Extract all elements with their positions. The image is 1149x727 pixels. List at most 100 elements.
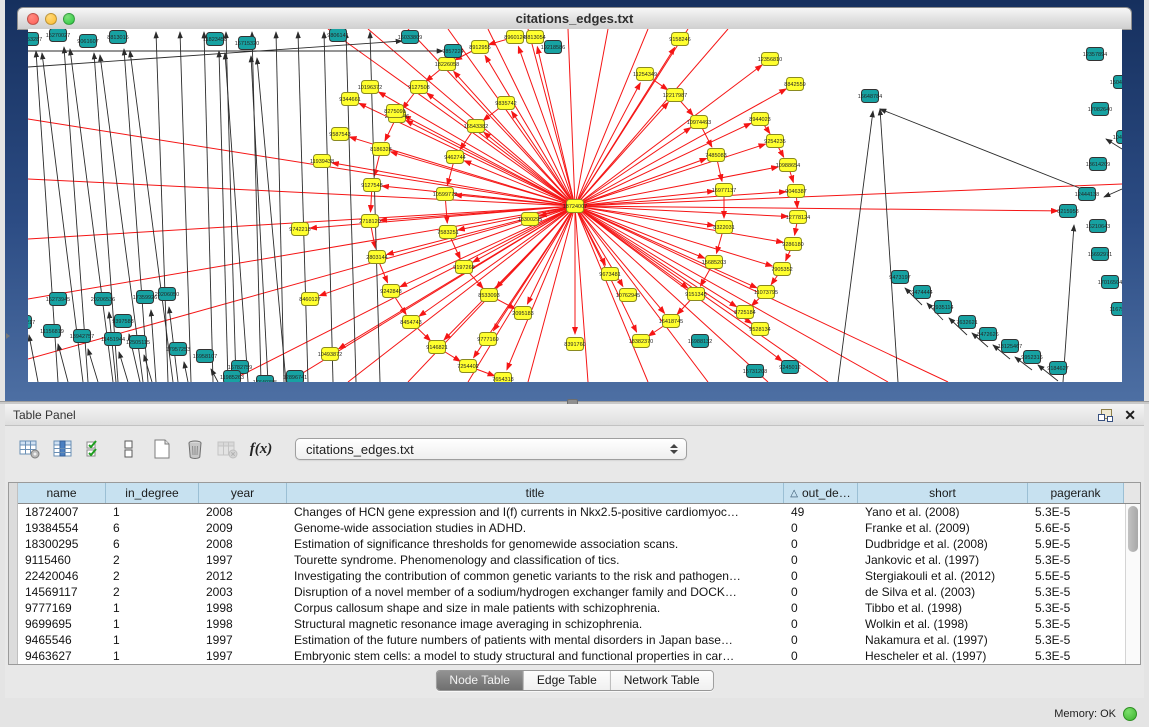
tab-edge-table[interactable]: Edge Table (523, 671, 610, 690)
graph-node[interactable]: 7583251 (437, 226, 458, 239)
table-row[interactable]: 1830029562008Estimation of significance … (18, 536, 1124, 552)
graph-node[interactable]: 12356810 (758, 53, 782, 66)
graph-node[interactable]: 2935114 (932, 301, 953, 314)
graph-node[interactable]: 14038217 (28, 316, 35, 329)
graph-node[interactable]: 9806141 (327, 29, 348, 42)
table-row[interactable]: 946362711997Embryonic stem cells: a mode… (18, 648, 1124, 664)
graph-node[interactable]: 9046387 (785, 185, 806, 198)
graph-node[interactable]: 8813015 (107, 31, 128, 44)
graph-node[interactable]: 9242848 (380, 285, 401, 298)
graph-node[interactable]: 9245012 (779, 361, 800, 374)
graph-node[interactable]: 8912955 (469, 41, 490, 54)
graph-node[interactable]: 7654318 (492, 373, 513, 383)
graph-node[interactable]: 9673481 (599, 268, 620, 281)
column-header-in_degree[interactable]: in_degree (106, 483, 199, 503)
graph-node[interactable]: 15731208 (743, 365, 767, 378)
graph-node[interactable]: 10599772 (433, 188, 457, 201)
graph-node[interactable]: 2718120 (359, 215, 380, 228)
close-panel-icon[interactable]: ✕ (1124, 409, 1136, 421)
graph-node[interactable]: 16210643 (1086, 220, 1110, 233)
graph-node[interactable]: 8391760 (564, 338, 585, 351)
graph-node[interactable]: 9474444 (911, 286, 932, 299)
graph-node[interactable]: 16273945 (46, 293, 70, 306)
graph-node[interactable]: 2095183 (512, 307, 533, 320)
graph-node[interactable]: 8472626 (977, 328, 998, 341)
column-header-title[interactable]: title (287, 483, 784, 503)
network-view-canvas[interactable]: 1872400789601248912955182260589127508224… (28, 29, 1122, 382)
graph-node[interactable]: 8813054 (524, 31, 545, 44)
graph-node[interactable]: 9952316 (1021, 351, 1042, 364)
graph-node[interactable]: 8960124 (504, 31, 525, 44)
graph-node[interactable]: 9286180 (782, 238, 803, 251)
column-header-pagerank[interactable]: pagerank (1028, 483, 1124, 503)
graph-node[interactable]: 10412058 (1113, 131, 1122, 144)
table-row[interactable]: 1872400712008Changes of HCN gene express… (18, 504, 1124, 520)
graph-node[interactable]: 10653287 (28, 33, 42, 46)
graph-node[interactable]: 16648784 (858, 90, 882, 103)
graph-node[interactable]: 11939438 (310, 155, 334, 168)
graph-node[interactable]: 13614209 (1086, 158, 1110, 171)
table-row[interactable]: 1938455462009Genome-wide association stu… (18, 520, 1124, 536)
graph-node[interactable]: 17082640 (1088, 103, 1112, 116)
graph-window-titlebar[interactable]: citations_edges.txt (17, 7, 1132, 30)
table-row[interactable]: 969969511998Structural magnetic resonanc… (18, 616, 1124, 632)
graph-node[interactable]: 16033809 (398, 31, 422, 44)
graph-node[interactable]: 12357894 (1083, 48, 1107, 61)
graph-node[interactable]: 2803144 (366, 251, 387, 264)
graph-node[interactable]: 9158246 (669, 33, 690, 46)
graph-node[interactable]: 8725184 (734, 306, 755, 319)
vertical-scrollbar[interactable] (1125, 504, 1140, 664)
graph-node[interactable]: 9835742 (495, 97, 516, 110)
graph-node[interactable]: 9397588 (112, 315, 133, 328)
graph-node[interactable]: 12896741 (283, 371, 307, 383)
graph-node[interactable]: 20206536 (91, 293, 115, 306)
graph-node[interactable]: 7485083 (705, 149, 726, 162)
graph-node[interactable]: 18300295 (518, 213, 542, 226)
graph-node[interactable]: 8460127 (299, 293, 320, 306)
table-row[interactable]: 1456911722003Disruption of a novel membe… (18, 584, 1124, 600)
graph-node[interactable]: 16988132 (688, 335, 712, 348)
graph-node[interactable]: 17640385 (253, 376, 277, 383)
graph-node[interactable]: 11985263 (220, 371, 244, 383)
graph-node[interactable]: 18724007 (563, 200, 587, 213)
table-selector-dropdown[interactable]: citations_edges.txt (295, 438, 687, 460)
graph-node[interactable]: 7905352 (771, 263, 792, 276)
graph-node[interactable]: 16977137 (712, 184, 736, 197)
column-header-name[interactable]: name (18, 483, 106, 503)
graph-node[interactable]: 11823458 (203, 33, 227, 46)
graph-node[interactable]: 9146821 (426, 341, 447, 354)
graph-node[interactable]: 9462744 (444, 151, 465, 164)
table-row[interactable]: 977716911998Corpus callosum shape and si… (18, 600, 1124, 616)
graph-node[interactable]: 11073795 (754, 286, 778, 299)
graph-node[interactable]: 9742218 (289, 223, 310, 236)
graph-node[interactable]: 9587543 (329, 128, 350, 141)
graph-node[interactable]: 8944023 (749, 113, 770, 126)
graph-node[interactable]: 18226058 (435, 58, 459, 71)
column-header-year[interactable]: year (199, 483, 287, 503)
graph-node[interactable]: 9777169 (477, 333, 498, 346)
graph-node[interactable]: 9127548 (361, 179, 382, 192)
graph-node[interactable]: 15692971 (1088, 248, 1112, 261)
table-row[interactable]: 911546021997Tourette syndrome. Phenomeno… (18, 552, 1124, 568)
column-header-short[interactable]: short (858, 483, 1028, 503)
graph-node[interactable]: 8533093 (478, 289, 499, 302)
graph-node[interactable]: 9254235 (764, 135, 785, 148)
graph-node[interactable]: 8186328 (370, 143, 391, 156)
new-table-icon[interactable] (149, 437, 175, 461)
graph-node[interactable]: 10988654 (776, 159, 800, 172)
graph-node[interactable]: 15685203 (702, 256, 726, 269)
graph-node[interactable]: 18382370 (629, 335, 653, 348)
graph-node[interactable]: 16715320 (235, 37, 259, 50)
graph-node[interactable]: 11254349 (633, 68, 657, 81)
graph-node[interactable]: 9197268 (453, 261, 474, 274)
graph-node[interactable]: 9151345 (685, 288, 706, 301)
graph-node[interactable]: 9344661 (339, 93, 360, 106)
table-row[interactable]: 946554611997Estimation of the future num… (18, 632, 1124, 648)
graph-node[interactable]: 15046832 (1110, 76, 1122, 89)
graph-node[interactable]: 9528134 (749, 323, 770, 336)
graph-node[interactable]: 8275091 (384, 105, 405, 118)
graph-node[interactable]: 19218586 (541, 41, 565, 54)
graph-node[interactable]: 12778124 (786, 211, 810, 224)
graph-node[interactable]: 9473197 (889, 271, 910, 284)
graph-node[interactable]: 11451944 (101, 333, 125, 346)
